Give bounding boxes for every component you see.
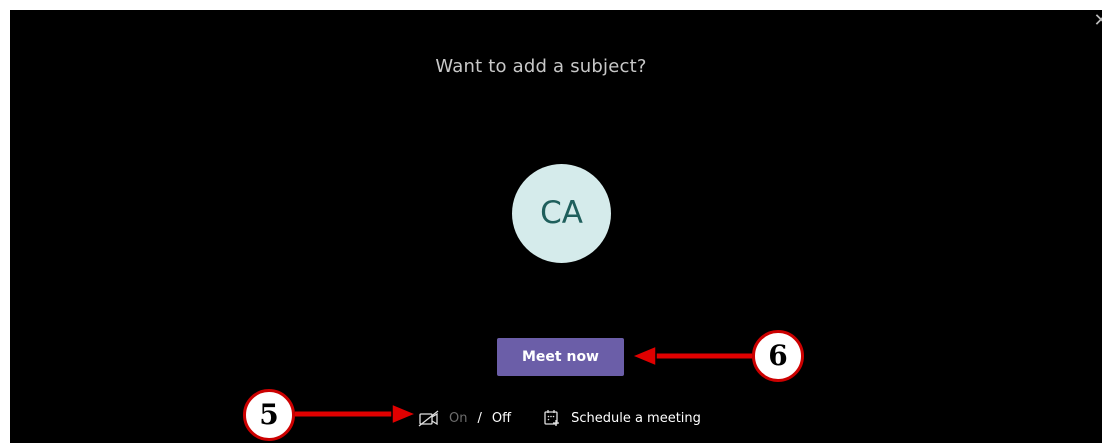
calendar-add-icon: [544, 410, 560, 426]
close-icon[interactable]: ✕: [1090, 10, 1102, 32]
annotation-badge-5: 5: [243, 389, 295, 441]
video-toggle-separator: /: [477, 410, 482, 426]
meet-now-button[interactable]: Meet now: [497, 338, 624, 376]
camera-off-icon[interactable]: [418, 409, 440, 427]
avatar: CA: [512, 164, 611, 263]
subject-prompt[interactable]: Want to add a subject?: [300, 56, 782, 77]
video-off-option[interactable]: Off: [492, 411, 511, 426]
meeting-options-bar: On / Off Schedule a meeting: [418, 408, 701, 428]
screenshot-stage: ✕ Want to add a subject? CA Meet now On …: [0, 0, 1102, 443]
schedule-meeting-link[interactable]: Schedule a meeting: [543, 409, 701, 427]
video-on-option[interactable]: On: [449, 411, 467, 426]
annotation-badge-6: 6: [752, 330, 804, 382]
schedule-meeting-label: Schedule a meeting: [571, 410, 701, 426]
